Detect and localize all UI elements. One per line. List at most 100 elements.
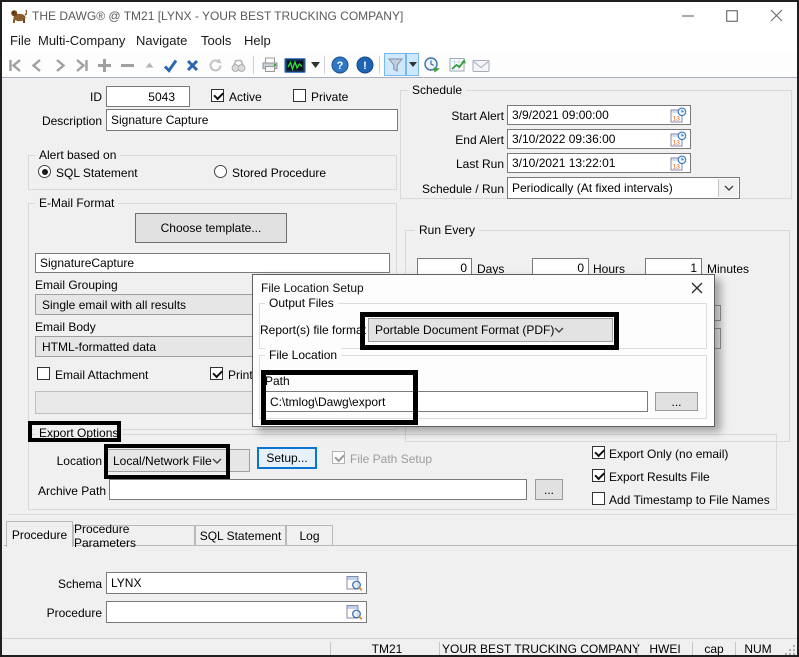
email-body-label: Email Body bbox=[35, 320, 96, 334]
file-location-setup-dialog: File Location Setup Output Files Report(… bbox=[252, 274, 715, 427]
menu-multi-company[interactable]: Multi-Company bbox=[38, 33, 125, 48]
svg-text:13: 13 bbox=[673, 164, 681, 171]
email-grouping-label: Email Grouping bbox=[35, 278, 118, 292]
dialog-close-icon[interactable] bbox=[690, 281, 704, 295]
remove-record-icon[interactable] bbox=[118, 56, 136, 74]
refresh-icon[interactable] bbox=[206, 56, 224, 74]
first-record-icon[interactable] bbox=[6, 56, 24, 74]
tab-sql-statement[interactable]: SQL Statement bbox=[195, 525, 286, 546]
end-alert-field[interactable]: 3/10/2022 09:36:00 13 bbox=[507, 129, 691, 149]
email-attachment-checkbox[interactable] bbox=[37, 367, 50, 380]
menu-help[interactable]: Help bbox=[244, 33, 271, 48]
last-record-icon[interactable] bbox=[72, 56, 90, 74]
date-picker-icon[interactable]: 13 bbox=[670, 155, 687, 171]
id-field[interactable]: 5043 bbox=[106, 86, 190, 107]
app-window: THE DAWG® @ TM21 [LYNX - YOUR BEST TRUCK… bbox=[0, 0, 799, 657]
path-field[interactable]: C:\tmlog\Dawg\export bbox=[265, 391, 648, 412]
email-attachment-label: Email Attachment bbox=[55, 368, 148, 382]
private-checkbox[interactable] bbox=[293, 89, 306, 102]
tab-procedure[interactable]: Procedure bbox=[6, 521, 73, 547]
next-record-icon[interactable] bbox=[50, 56, 68, 74]
add-record-icon[interactable] bbox=[95, 56, 113, 74]
id-label: ID bbox=[62, 90, 102, 104]
lookup-icon[interactable] bbox=[346, 575, 363, 591]
export-results-label: Export Results File bbox=[609, 470, 710, 484]
run-every-title: Run Every bbox=[415, 223, 479, 237]
sql-statement-radio[interactable] bbox=[38, 165, 51, 178]
status-user: HWEI bbox=[640, 642, 690, 656]
accept-icon[interactable] bbox=[161, 56, 179, 74]
add-timestamp-checkbox[interactable] bbox=[592, 492, 605, 505]
path-label: Path bbox=[265, 374, 290, 388]
file-path-setup-label: File Path Setup bbox=[350, 452, 432, 466]
template-name-field[interactable]: SignatureCapture bbox=[35, 253, 390, 273]
status-separator bbox=[439, 642, 440, 655]
previous-record-icon[interactable] bbox=[28, 56, 46, 74]
tab-procedure-parameters[interactable]: Procedure Parameters bbox=[73, 525, 195, 546]
dialog-title: File Location Setup bbox=[261, 281, 364, 295]
status-separator bbox=[637, 642, 638, 655]
menu-bar: File Multi-Company Navigate Tools Help bbox=[2, 29, 797, 51]
description-field[interactable]: Signature Capture bbox=[106, 109, 398, 131]
schema-field[interactable]: LYNX bbox=[106, 572, 367, 594]
choose-template-button[interactable]: Choose template... bbox=[135, 213, 287, 243]
chevron-down-icon[interactable] bbox=[718, 179, 738, 197]
stored-procedure-radio[interactable] bbox=[214, 165, 227, 178]
menu-navigate[interactable]: Navigate bbox=[136, 33, 187, 48]
sql-statement-label: SQL Statement bbox=[56, 166, 138, 180]
filter-icon[interactable] bbox=[384, 53, 406, 76]
active-checkbox[interactable] bbox=[211, 89, 224, 102]
toolbar-separator bbox=[324, 56, 325, 74]
export-chart-icon[interactable] bbox=[448, 56, 466, 74]
chevron-down-icon bbox=[212, 458, 222, 464]
maximize-button[interactable] bbox=[726, 10, 738, 22]
setup-button[interactable]: Setup... bbox=[257, 447, 317, 469]
cancel-icon[interactable] bbox=[183, 56, 201, 74]
menu-file[interactable]: File bbox=[10, 33, 31, 48]
toolbar-separator bbox=[379, 56, 380, 74]
procedure-label: Procedure bbox=[32, 606, 102, 620]
archive-path-field[interactable] bbox=[109, 479, 527, 500]
path-browse-button[interactable]: ... bbox=[655, 392, 698, 411]
export-options-title: Export Options bbox=[35, 426, 122, 440]
active-label: Active bbox=[229, 90, 262, 104]
alert-based-on-title: Alert based on bbox=[35, 148, 120, 162]
filter-dropdown-icon[interactable] bbox=[406, 53, 419, 76]
date-picker-icon[interactable]: 13 bbox=[670, 107, 687, 123]
lookup-icon[interactable] bbox=[346, 604, 363, 620]
status-separator bbox=[692, 642, 693, 655]
app-dog-icon bbox=[10, 7, 27, 24]
minimize-button[interactable] bbox=[682, 14, 694, 18]
date-picker-icon[interactable]: 13 bbox=[670, 131, 687, 147]
find-icon[interactable] bbox=[229, 56, 247, 74]
menu-tools[interactable]: Tools bbox=[201, 33, 231, 48]
status-caps-indicator: cap bbox=[694, 642, 734, 656]
title-bar: THE DAWG® @ TM21 [LYNX - YOUR BEST TRUCK… bbox=[2, 2, 797, 29]
location-combo[interactable]: Local/Network File bbox=[106, 449, 250, 472]
description-label: Description bbox=[32, 114, 102, 128]
schedule-run-combo[interactable]: Periodically (At fixed intervals) bbox=[507, 177, 740, 199]
monitor-activity-icon[interactable] bbox=[283, 56, 307, 74]
last-run-field[interactable]: 3/10/2021 13:22:01 13 bbox=[507, 153, 691, 173]
print-icon[interactable] bbox=[261, 56, 279, 74]
print-checkbox[interactable] bbox=[210, 367, 223, 380]
about-icon[interactable]: ! bbox=[356, 56, 374, 74]
report-format-combo[interactable]: Portable Document Format (PDF) bbox=[368, 318, 613, 342]
run-schedule-icon[interactable] bbox=[423, 56, 441, 74]
collapse-icon[interactable] bbox=[140, 56, 158, 74]
last-run-label: Last Run bbox=[404, 157, 504, 171]
status-separator bbox=[330, 642, 331, 655]
tab-log[interactable]: Log bbox=[286, 525, 333, 546]
resize-grip[interactable] bbox=[784, 644, 796, 656]
start-alert-field[interactable]: 3/9/2021 09:00:00 13 bbox=[507, 105, 691, 125]
export-only-checkbox[interactable] bbox=[592, 446, 605, 459]
procedure-field[interactable] bbox=[106, 601, 367, 623]
send-mail-icon[interactable] bbox=[472, 56, 490, 74]
close-button[interactable] bbox=[770, 9, 783, 22]
export-results-checkbox[interactable] bbox=[592, 469, 605, 482]
status-separator bbox=[735, 642, 736, 655]
archive-browse-button[interactable]: ... bbox=[535, 479, 563, 500]
monitor-dropdown-icon[interactable] bbox=[309, 56, 321, 74]
help-icon[interactable]: ? bbox=[331, 56, 349, 74]
file-path-setup-checkbox bbox=[332, 451, 345, 464]
